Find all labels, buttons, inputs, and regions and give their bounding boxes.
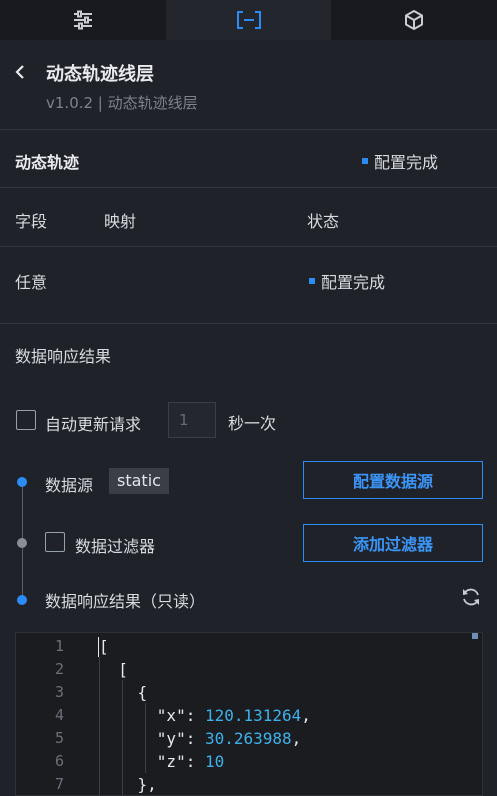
section-row: 动态轨迹 配置完成 (0, 131, 497, 188)
json-key: "y": (99, 729, 205, 748)
response-section-title: 数据响应结果 (15, 347, 112, 366)
chevron-left-icon (15, 65, 24, 79)
tab-interaction[interactable] (331, 0, 497, 40)
refresh-icon (463, 588, 479, 606)
json-key: "z": (99, 752, 205, 771)
json-punct: , (301, 706, 311, 725)
filter-checkbox[interactable] (45, 532, 65, 552)
status-dot-icon (362, 158, 368, 164)
update-interval-input[interactable]: 1 (168, 402, 216, 438)
line-number: 6 (54, 752, 64, 770)
status-text: 配置完成 (374, 153, 439, 172)
step-dot-result (17, 595, 27, 605)
row-status-badge: 配置完成 (309, 269, 385, 293)
col-field-header: 字段 (15, 212, 48, 231)
status-badge: 配置完成 (362, 149, 438, 173)
col-status-header: 状态 (307, 212, 340, 231)
filter-label: 数据过滤器 (75, 537, 156, 556)
datasource-label: 数据源 (45, 476, 94, 495)
add-filter-button[interactable]: 添加过滤器 (303, 524, 483, 562)
code-line: "x": 120.131264, (99, 706, 311, 725)
back-button[interactable] (10, 62, 30, 82)
step-dot-filter (17, 538, 27, 548)
tab-style[interactable] (0, 0, 166, 40)
refresh-button[interactable] (460, 586, 482, 612)
tab-data[interactable] (165, 0, 332, 40)
bracket-select-icon (236, 11, 261, 29)
code-line: [ (99, 637, 109, 656)
table-row: 任意 配置完成 (0, 247, 497, 324)
panel-tabbar (0, 0, 497, 40)
json-result-editor[interactable]: 1 2 3 4 5 6 7 [ [ { "x": 120.131264, "y"… (15, 632, 483, 796)
line-number: 5 (54, 729, 64, 747)
page-title: 动态轨迹线层 (46, 64, 154, 85)
step-dot-datasource (17, 477, 27, 487)
json-number: 30.263988 (204, 729, 292, 748)
line-number-gutter: 1 2 3 4 5 6 7 (16, 633, 76, 795)
cube-icon (405, 10, 424, 30)
result-label: 数据响应结果（只读） (45, 592, 206, 611)
panel-header: 动态轨迹线层 v1.0.2 | 动态轨迹线层 (0, 40, 497, 130)
page-subtitle: v1.0.2 | 动态轨迹线层 (46, 94, 198, 112)
code-line: "z": 10 (99, 752, 224, 771)
code-line: [ (99, 660, 128, 679)
line-number: 4 (54, 706, 64, 724)
field-table-header: 字段 映射 状态 (0, 188, 497, 247)
col-mapping-header: 映射 (104, 212, 137, 231)
line-number: 2 (54, 660, 64, 678)
update-interval-unit: 秒一次 (228, 414, 277, 433)
code-line: { (99, 683, 148, 702)
auto-update-label: 自动更新请求 (45, 415, 142, 434)
sliders-icon (73, 10, 92, 30)
json-key: "x": (99, 706, 205, 725)
auto-update-checkbox[interactable] (16, 410, 36, 430)
scrollbar-marker[interactable] (472, 633, 478, 639)
datasource-type-tag: static (109, 468, 169, 494)
code-line: "y": 30.263988, (99, 729, 302, 748)
json-number: 10 (204, 752, 225, 771)
line-number: 1 (54, 637, 64, 655)
section-name: 动态轨迹 (15, 153, 80, 172)
json-punct: , (291, 729, 302, 748)
configure-datasource-button[interactable]: 配置数据源 (303, 461, 483, 499)
json-number: 120.131264 (204, 706, 302, 725)
status-dot-icon (309, 278, 315, 284)
code-line: }, (99, 775, 157, 794)
line-number: 7 (54, 775, 64, 793)
line-number: 3 (54, 683, 64, 701)
field-value: 任意 (15, 273, 48, 292)
row-status-text: 配置完成 (321, 273, 386, 292)
